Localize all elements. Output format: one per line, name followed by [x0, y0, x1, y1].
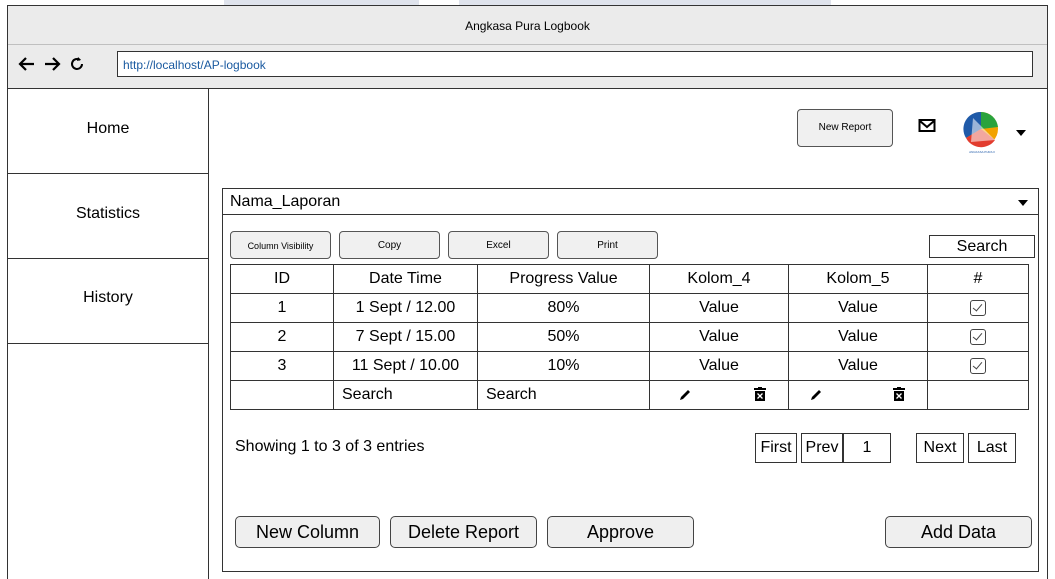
add-data-button[interactable]: Add Data: [885, 516, 1032, 548]
trash-icon[interactable]: [893, 387, 905, 406]
datetime-search-input[interactable]: Search: [333, 380, 478, 410]
column-header[interactable]: Progress Value: [477, 264, 650, 294]
envelope-icon[interactable]: [918, 118, 936, 139]
cell-datetime: 11 Sept / 10.00: [333, 351, 478, 381]
print-button[interactable]: Print: [557, 231, 658, 259]
delete-report-button[interactable]: Delete Report: [390, 516, 537, 548]
pagination-prev[interactable]: Prev: [801, 433, 843, 463]
cell-progress: 80%: [477, 293, 650, 323]
sidebar-item-label: History: [83, 289, 133, 306]
cell-id: 2: [230, 322, 334, 352]
window-title: Angkasa Pura Logbook: [465, 19, 590, 33]
new-column-button[interactable]: New Column: [235, 516, 380, 548]
kolom5-actions: [788, 380, 928, 410]
chevron-down-icon: [1018, 200, 1028, 206]
cell-kolom4: Value: [649, 322, 789, 352]
table-search-input[interactable]: Search: [929, 235, 1035, 258]
approve-button[interactable]: Approve: [547, 516, 694, 548]
cell-kolom5: Value: [788, 351, 928, 381]
column-header[interactable]: Date Time: [333, 264, 478, 294]
pagination-next[interactable]: Next: [916, 433, 964, 463]
copy-button[interactable]: Copy: [339, 231, 440, 259]
column-visibility-button[interactable]: Column Visibility: [230, 231, 331, 259]
row-checkbox[interactable]: [970, 299, 986, 316]
table-header-row: ID Date Time Progress Value Kolom_4 Kolo…: [230, 264, 1029, 294]
caret-down-icon[interactable]: [1016, 130, 1026, 136]
excel-button[interactable]: Excel: [448, 231, 549, 259]
kolom4-actions: [649, 380, 789, 410]
cell-kolom4: Value: [649, 293, 789, 323]
column-header[interactable]: #: [927, 264, 1029, 294]
cell-id: 3: [230, 351, 334, 381]
pagination-first[interactable]: First: [755, 433, 797, 463]
report-select-value: Nama_Laporan: [230, 193, 341, 210]
progress-search-input[interactable]: Search: [477, 380, 650, 410]
cell-empty: [927, 380, 1029, 410]
pencil-icon[interactable]: [678, 388, 692, 407]
pagination-page[interactable]: 1: [843, 433, 891, 463]
sidebar-item-home[interactable]: Home: [8, 89, 208, 174]
cell-datetime: 1 Sept / 12.00: [333, 293, 478, 323]
column-header[interactable]: Kolom_4: [649, 264, 789, 294]
report-select[interactable]: Nama_Laporan: [223, 189, 1038, 215]
cell-datetime: 7 Sept / 15.00: [333, 322, 478, 352]
row-checkbox[interactable]: [970, 357, 986, 374]
entries-info: Showing 1 to 3 of 3 entries: [235, 438, 425, 455]
row-checkbox[interactable]: [970, 328, 986, 345]
cell-kolom5: Value: [788, 293, 928, 323]
report-panel: Nama_Laporan Column Visibility Copy Exce…: [222, 188, 1039, 572]
title-bar: Angkasa Pura Logbook: [8, 6, 1047, 45]
browser-window: Angkasa Pura Logbook http://localhost/AP…: [7, 5, 1048, 579]
column-header[interactable]: Kolom_5: [788, 264, 928, 294]
cell-select: [927, 351, 1029, 381]
pagination-last[interactable]: Last: [968, 433, 1016, 463]
cell-progress: 10%: [477, 351, 650, 381]
table-row: 1 1 Sept / 12.00 80% Value Value: [230, 293, 1029, 323]
sidebar-item-label: Statistics: [75, 205, 140, 222]
url-field[interactable]: http://localhost/AP-logbook: [117, 51, 1033, 77]
address-bar: http://localhost/AP-logbook: [8, 45, 1047, 89]
cell-progress: 50%: [477, 322, 650, 352]
column-header[interactable]: ID: [230, 264, 334, 294]
reload-icon[interactable]: [68, 55, 86, 77]
new-report-button[interactable]: New Report: [797, 109, 893, 147]
sidebar-item-history[interactable]: History: [8, 259, 208, 344]
sidebar: Home Statistics History: [8, 89, 209, 579]
table-row: 3 11 Sept / 10.00 10% Value Value: [230, 351, 1029, 381]
cell-select: [927, 322, 1029, 352]
right-arrow-icon[interactable]: [43, 55, 61, 77]
trash-icon[interactable]: [754, 387, 766, 406]
logo-text: ANGKASA PURA II: [969, 150, 995, 154]
sidebar-item-statistics[interactable]: Statistics: [8, 174, 208, 259]
table-filter-row: Search Search: [230, 380, 1029, 410]
cell-id: 1: [230, 293, 334, 323]
left-arrow-icon[interactable]: [18, 55, 36, 77]
company-logo[interactable]: [959, 96, 1013, 176]
cell-select: [927, 293, 1029, 323]
pencil-icon[interactable]: [809, 388, 823, 407]
cell-empty: [230, 380, 334, 410]
report-table: ID Date Time Progress Value Kolom_4 Kolo…: [230, 264, 1029, 410]
sidebar-item-label: Home: [86, 120, 130, 137]
table-row: 2 7 Sept / 15.00 50% Value Value: [230, 322, 1029, 352]
cell-kolom5: Value: [788, 322, 928, 352]
cell-kolom4: Value: [649, 351, 789, 381]
